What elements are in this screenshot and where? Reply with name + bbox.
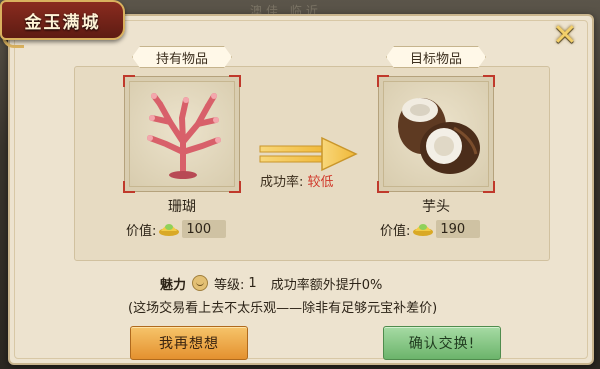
dialog-title: 金玉满城 (24, 12, 101, 33)
held-value: 100 (182, 220, 227, 238)
target-item-name: 芋头 (422, 199, 450, 215)
charm-bonus: 成功率额外提升0% (270, 277, 383, 293)
target-value-row: 价值: 190 (380, 219, 481, 239)
think-again-button[interactable]: 我再想想 (130, 326, 248, 360)
taro-icon (398, 98, 480, 174)
held-item-label: 持有物品 (132, 46, 232, 68)
close-icon[interactable]: ✕ (550, 18, 580, 53)
gold-ingot-icon (413, 224, 434, 236)
held-item-slot[interactable] (123, 75, 241, 193)
target-item-slot[interactable] (377, 75, 495, 193)
title-plate: 金玉满城 (0, 0, 125, 40)
target-item-label: 目标物品 (386, 46, 486, 68)
success-rate-value: 较低 (307, 175, 334, 190)
success-rate-label: 成功率: (260, 175, 304, 190)
charm-row: 魅力 等级: 1 成功率额外提升0% (160, 272, 382, 294)
exchange-dialog: 持有物品 珊瑚 价值: 100 成功率: 较低 目标物品 芋头 价值: 190 … (8, 14, 594, 365)
charm-level-label: 等级: (214, 277, 245, 293)
charm-label: 魅力 (160, 277, 187, 293)
target-value: 190 (436, 220, 481, 238)
charm-level: 1 (248, 275, 257, 291)
confirm-exchange-button[interactable]: 确认交换! (383, 326, 501, 360)
target-value-label: 价值: (380, 223, 411, 239)
held-item-name: 珊瑚 (168, 199, 196, 215)
coral-icon (147, 93, 221, 179)
held-value-row: 价值: 100 (126, 219, 227, 239)
charm-face-icon (192, 275, 209, 291)
gold-ingot-icon (159, 224, 180, 236)
exchange-arrow-icon (259, 136, 358, 172)
held-value-label: 价值: (126, 223, 157, 239)
success-rate: 成功率: 较低 (260, 171, 334, 190)
hint-text: (这场交易看上去不太乐观——除非有足够元宝补差价) (128, 301, 438, 316)
